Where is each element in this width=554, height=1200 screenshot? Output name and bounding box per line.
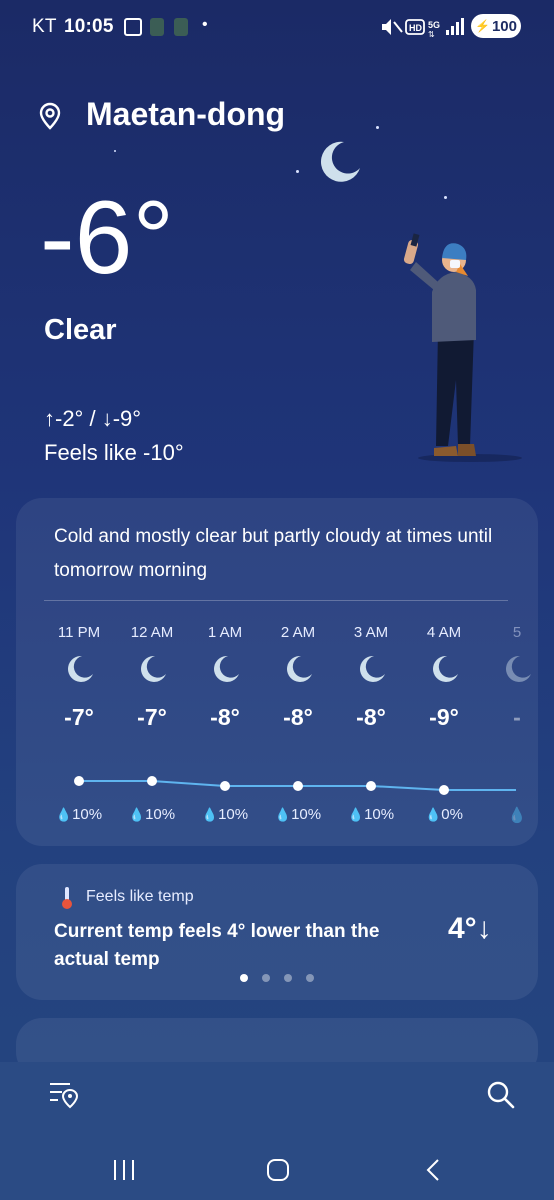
hour-time: 5 xyxy=(512,624,522,641)
trend-point xyxy=(220,781,230,791)
divider xyxy=(44,600,508,601)
svg-text:⇅: ⇅ xyxy=(428,30,435,38)
page-indicator[interactable] xyxy=(284,974,292,982)
hour-temperature: - xyxy=(513,704,521,730)
moon-icon xyxy=(68,655,93,682)
clock: 10:05 xyxy=(64,16,114,37)
hour-time: 4 AM xyxy=(426,624,462,641)
twitch-icon xyxy=(124,18,142,36)
temperature-trend-chart xyxy=(74,776,516,795)
hour-time: 12 AM xyxy=(130,624,174,641)
moon-icon xyxy=(287,655,312,682)
moon-illustration xyxy=(320,141,360,182)
page-indicator-active[interactable] xyxy=(240,974,248,982)
raindrop-icon: 💧 xyxy=(347,807,365,822)
location-pin-icon[interactable] xyxy=(38,102,62,130)
raindrop-icon: 💧 xyxy=(274,807,292,822)
hour-temperature: -9° xyxy=(429,704,459,730)
trend-point xyxy=(366,781,376,791)
app-icon xyxy=(150,18,164,36)
star xyxy=(114,150,116,152)
trend-point xyxy=(293,781,303,791)
status-icons: HD 5G⇅ xyxy=(382,18,464,38)
manage-locations-icon[interactable] xyxy=(48,1080,80,1110)
trend-point xyxy=(439,785,449,795)
thermometer-icon xyxy=(62,887,72,909)
carrier-label: KT xyxy=(32,16,57,37)
star xyxy=(296,170,299,173)
bottom-app-bar xyxy=(0,1062,554,1138)
moon-icon xyxy=(360,655,385,682)
feels-like-delta: 4°↓ xyxy=(448,912,492,945)
person-stargazing-illustration xyxy=(403,233,522,462)
hour-temperature: -7° xyxy=(64,704,94,730)
recent-apps-button[interactable] xyxy=(112,1160,136,1180)
hour-precipitation: 💧10% xyxy=(128,806,176,823)
moon-icon xyxy=(506,655,531,682)
raindrop-icon: 💧 xyxy=(425,807,442,822)
hour-precipitation: 💧10% xyxy=(201,806,249,823)
hour-precipitation: 💧10% xyxy=(55,806,103,823)
raindrop-icon: 💧 xyxy=(55,807,73,822)
hour-precipitation: 💧10% xyxy=(347,806,395,823)
feels-like-description: Current temp feels 4° lower than the act… xyxy=(54,921,380,970)
notification-dot: • xyxy=(202,16,208,33)
star xyxy=(376,126,379,129)
hour-time: 2 AM xyxy=(280,624,316,641)
back-button[interactable] xyxy=(424,1158,442,1182)
leaf-icon: ⚡ xyxy=(475,19,490,33)
search-icon[interactable] xyxy=(486,1080,516,1110)
trend-point xyxy=(147,776,157,786)
moon-icon xyxy=(433,655,458,682)
feels-like-label: Feels like temp xyxy=(86,888,194,905)
hour-temperature: -8° xyxy=(356,704,386,730)
feels-like-temperature: Feels like -10° xyxy=(44,440,184,465)
hour-time: 1 AM xyxy=(207,624,243,641)
battery-indicator: ⚡ 100 xyxy=(471,14,521,38)
raindrop-icon: 💧 xyxy=(201,807,219,822)
page-indicator[interactable] xyxy=(262,974,270,982)
high-low-temperature: ↑-2° / ↓-9° xyxy=(44,406,142,431)
hour-temperature: -7° xyxy=(137,704,167,730)
location-name[interactable]: Maetan-dong xyxy=(86,96,285,133)
hour-time: 3 AM xyxy=(353,624,389,641)
raindrop-icon: 💧 xyxy=(128,807,146,822)
hd-icon: HD xyxy=(405,19,425,35)
page-indicator[interactable] xyxy=(306,974,314,982)
hour-temperature: -8° xyxy=(283,704,313,730)
current-condition: Clear xyxy=(44,314,117,346)
svg-text:5G: 5G xyxy=(428,20,440,30)
app-icon-2 xyxy=(174,18,188,36)
5g-icon: 5G⇅ xyxy=(428,20,440,38)
signal-icon xyxy=(446,18,464,35)
svg-text:HD: HD xyxy=(409,23,422,33)
moon-icon xyxy=(141,655,166,682)
star xyxy=(444,196,447,199)
trend-point xyxy=(74,776,84,786)
hour-time: 11 PM xyxy=(57,624,101,641)
raindrop-icon: 💧 xyxy=(507,807,527,824)
hour-precipitation: 💧10% xyxy=(274,806,322,823)
home-button[interactable] xyxy=(266,1158,290,1182)
current-temperature: -6° xyxy=(40,180,175,296)
forecast-summary: Cold and mostly clear but partly cloudy … xyxy=(54,526,493,581)
mute-icon xyxy=(382,19,403,35)
hour-temperature: -8° xyxy=(210,704,240,730)
battery-level: 100 xyxy=(491,17,517,35)
moon-icon xyxy=(214,655,239,682)
hour-precipitation: 💧0% xyxy=(425,806,463,823)
